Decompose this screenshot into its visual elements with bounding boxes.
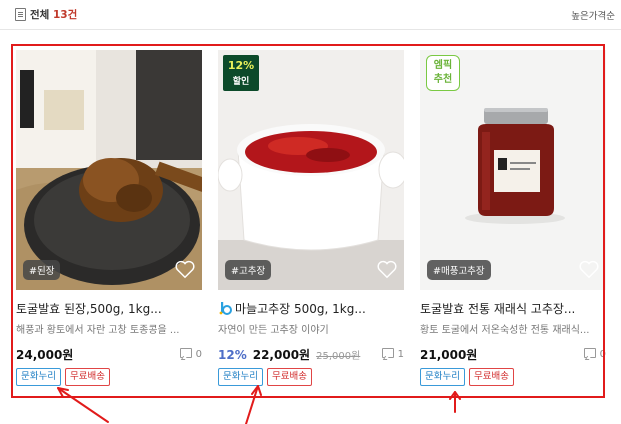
- total-prefix: 전체: [30, 9, 50, 21]
- highlight-box: [11, 44, 605, 398]
- total-count: 전체 13건: [30, 7, 77, 22]
- sort-dropdown[interactable]: 높은가격순: [571, 8, 615, 22]
- total-count-value: 13건: [52, 9, 78, 21]
- document-icon: [15, 8, 26, 21]
- list-header: 전체 13건 높은가격순: [0, 0, 621, 30]
- header-divider: [0, 29, 621, 30]
